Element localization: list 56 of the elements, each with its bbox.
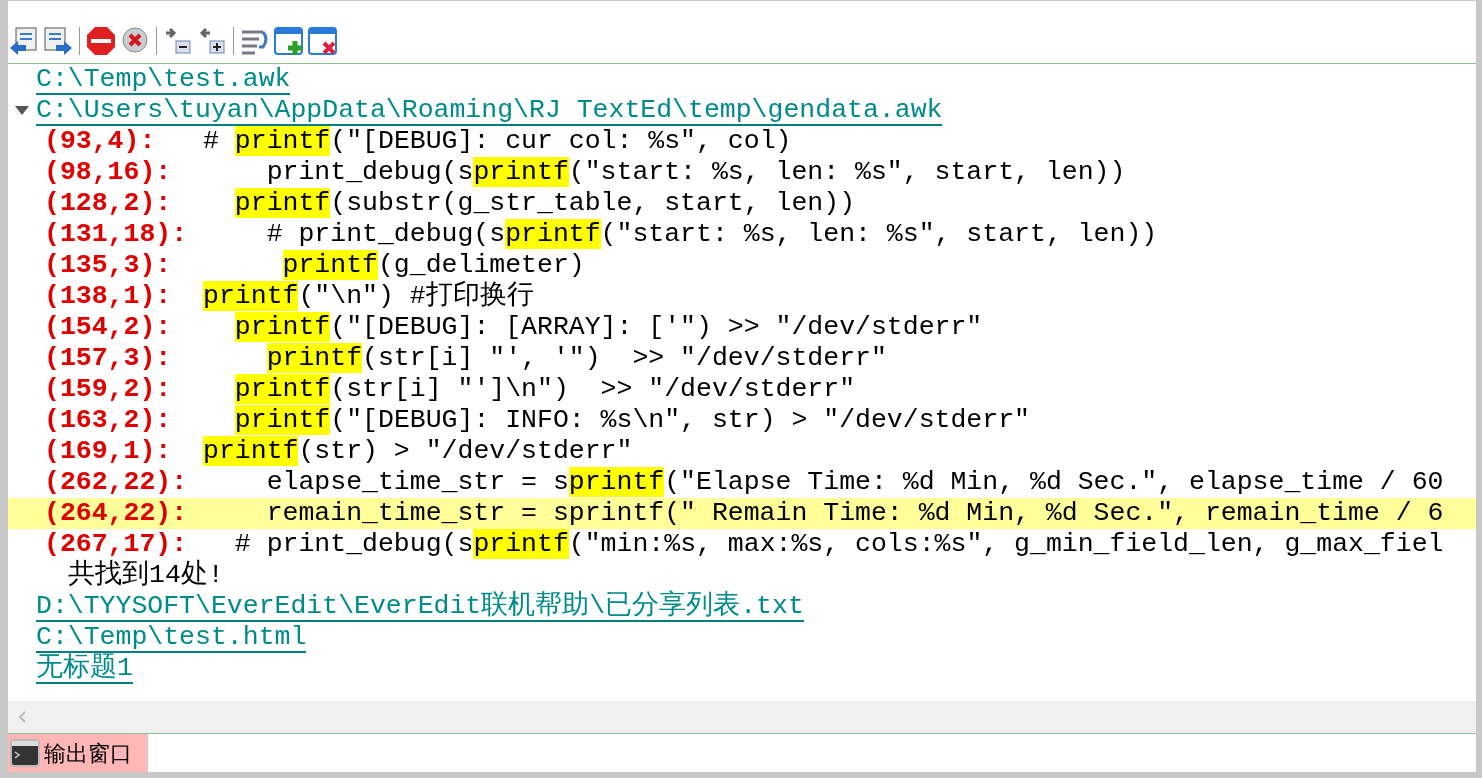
- line-location: (138,1):: [44, 281, 173, 312]
- code-line: elapse_time_str = sprintf("Elapse Time: %d Min, %d Sec.", elapse_time / 60: [266, 467, 1444, 498]
- result-row[interactable]: (98,16): print_debug(sprintf("start: %s, len: %s", start, len)): [8, 157, 1476, 188]
- result-row[interactable]: (157,3): printf(str[i] "', '") >> "/dev/stderr": [8, 343, 1476, 374]
- line-location: (169,1):: [44, 436, 173, 467]
- line-location: (135,3):: [44, 250, 173, 281]
- line-location: (264,22):: [44, 498, 189, 529]
- line-location: (159,2):: [44, 374, 173, 405]
- arrow-left-document-icon[interactable]: [8, 25, 40, 57]
- result-row[interactable]: (138,1): printf("\n") #打印换行: [8, 281, 1476, 312]
- file-path-link[interactable]: C:\Temp\test.html: [36, 622, 307, 653]
- code-line: printf(str) > "/dev/stderr": [203, 436, 633, 467]
- result-row[interactable]: (169,1): printf(str) > "/dev/stderr": [8, 436, 1476, 467]
- line-location: (163,2):: [44, 405, 173, 436]
- line-location: (128,2):: [44, 188, 173, 219]
- result-row[interactable]: (128,2): printf(substr(g_str_table, start, len)): [8, 188, 1476, 219]
- result-row[interactable]: (262,22): elapse_time_str = sprintf("Elapse Time: %d Min, %d Sec.", elapse_time / 60: [8, 467, 1476, 498]
- code-line: printf("[DEBUG]: [ARRAY]: ['") >> "/dev/stderr": [234, 312, 983, 343]
- stop-sign-icon[interactable]: [85, 25, 117, 57]
- output-window-tab[interactable]: 输出窗口: [8, 734, 148, 772]
- file-path-link[interactable]: C:\Temp\test.awk: [36, 64, 291, 95]
- window-add-icon[interactable]: [273, 25, 305, 57]
- code-line: printf(str[i] "', '") >> "/dev/stderr": [266, 343, 887, 374]
- code-line: printf(g_delimeter): [282, 250, 585, 281]
- result-row[interactable]: (93,4): # printf("[DEBUG]: cur col: %s", col): [8, 126, 1476, 157]
- line-location: (157,3):: [44, 343, 173, 374]
- window-remove-icon[interactable]: [307, 25, 339, 57]
- result-row[interactable]: (154,2): printf("[DEBUG]: [ARRAY]: ['") >> "/dev/stderr": [8, 312, 1476, 343]
- result-row[interactable]: (267,17): # print_debug(sprintf("min:%s, max:%s, cols:%s", g_min_field_len, g_max_fiel: [8, 529, 1476, 560]
- result-row[interactable]: (163,2): printf("[DEBUG]: INFO: %s\n", str) > "/dev/stderr": [8, 405, 1476, 436]
- code-line: print_debug(sprintf("start: %s, len: %s", start, len)): [266, 157, 1126, 188]
- arrow-right-document-icon[interactable]: [42, 25, 74, 57]
- file-path-link[interactable]: 无标题1: [36, 653, 133, 684]
- code-line: # print_debug(sprintf("min:%s, max:%s, cols:%s", g_min_field_len, g_max_fiel: [234, 529, 1444, 560]
- result-row[interactable]: (135,3): printf(g_delimeter): [8, 250, 1476, 281]
- expand-triangle-icon[interactable]: [15, 105, 29, 116]
- file-path-link[interactable]: D:\TYYSOFT\EverEdit\EverEdit联机帮助\已分享列表.txt: [36, 591, 804, 622]
- code-line: remain_time_str = sprintf(" Remain Time: %d Min, %d Sec.", remain_time / 6: [266, 498, 1444, 529]
- match-count-summary: 共找到14处!: [68, 560, 224, 591]
- line-location: (131,18):: [44, 219, 189, 250]
- code-line: # printf("[DEBUG]: cur col: %s", col): [203, 126, 792, 157]
- line-location: (267,17):: [44, 529, 189, 559]
- code-line: printf("\n") #打印换行: [203, 281, 534, 312]
- code-line: printf(substr(g_str_table, start, len)): [234, 188, 856, 219]
- line-location: (154,2):: [44, 312, 173, 343]
- code-line: # print_debug(sprintf("start: %s, len: %s", start, len)): [266, 219, 1158, 250]
- line-location: (262,22):: [44, 467, 189, 498]
- code-line: printf(str[i] "']\n") >> "/dev/stderr": [234, 374, 856, 405]
- terminal-icon: [10, 739, 40, 767]
- result-row[interactable]: (131,18): # print_debug(sprintf("start: %s, len: %s", start, len)): [8, 219, 1476, 250]
- file-path-link[interactable]: C:\Users\tuyan\AppData\Roaming\RJ TextEd\temp\gendata.awk: [36, 95, 943, 126]
- line-location: (93,4):: [44, 126, 157, 157]
- result-row[interactable]: (264,22): remain_time_str = sprintf(" Remain Time: %d Min, %d Sec.", remain_time / 6: [8, 498, 1476, 529]
- code-line: printf("[DEBUG]: INFO: %s\n", str) > "/dev/stderr": [234, 405, 1030, 436]
- line-location: (98,16):: [44, 157, 173, 188]
- result-row[interactable]: (159,2): printf(str[i] "']\n") >> "/dev/stderr": [8, 374, 1476, 405]
